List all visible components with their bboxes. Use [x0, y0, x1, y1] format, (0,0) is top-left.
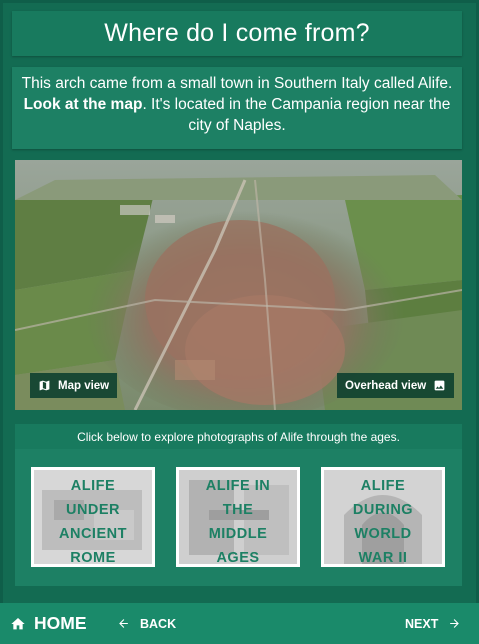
image-icon [434, 380, 445, 391]
explore-header: Click below to explore photographs of Al… [15, 424, 462, 449]
overhead-view-button[interactable]: Overhead view [337, 373, 455, 398]
next-button[interactable]: NEXT [405, 617, 461, 631]
back-label: BACK [140, 616, 177, 631]
page-title-text: Where do I come from? [104, 19, 370, 47]
tile-line: ANCIENT [59, 526, 127, 542]
home-icon [11, 617, 25, 629]
tile-line: MIDDLE [208, 526, 268, 542]
tile-middle-ages[interactable]: ALIFE IN THE MIDDLE AGES [176, 467, 300, 567]
overhead-view-label: Overhead view [345, 379, 427, 392]
tile-ancient-rome-label: ALIFE UNDER ANCIENT ROME [34, 474, 152, 566]
tile-line: ALIFE [360, 478, 406, 494]
explore-header-text: Click below to explore photographs of Al… [77, 429, 400, 444]
tile-line: WAR II [358, 550, 408, 566]
bottom-nav: HOME BACK NEXT [0, 603, 479, 644]
tile-world-war-ii-label: ALIFE DURING WORLD WAR II [324, 474, 442, 566]
next-label: NEXT [405, 616, 439, 631]
home-button[interactable]: HOME [10, 613, 87, 634]
intro-part-2: . It's located in the Campania region ne… [142, 96, 451, 134]
explore-panel: Click below to explore photographs of Al… [15, 424, 462, 586]
tile-line: AGES [216, 550, 260, 566]
page-title: Where do I come from? [12, 11, 462, 56]
tile-world-war-ii[interactable]: ALIFE DURING WORLD WAR II [321, 467, 445, 567]
tile-line: WORLD [354, 526, 412, 542]
tile-line: UNDER [65, 502, 121, 518]
back-button[interactable]: BACK [117, 617, 176, 631]
tile-line: ALIFE IN [205, 478, 271, 494]
arrow-right-icon [450, 619, 460, 628]
tile-ancient-rome[interactable]: ALIFE UNDER ANCIENT ROME [31, 467, 155, 567]
intro-map-emphasis: Look at the map [23, 96, 143, 113]
home-label: HOME [34, 613, 87, 633]
intro-text: This arch came from a small town in Sout… [12, 67, 462, 149]
tile-line: ROME [70, 550, 116, 566]
tile-middle-ages-label: ALIFE IN THE MIDDLE AGES [179, 474, 297, 566]
tile-line: DURING [352, 502, 414, 518]
map-icon [39, 380, 50, 391]
arrow-left-icon [119, 619, 128, 628]
map-view-label: Map view [58, 379, 110, 392]
map-view-button[interactable]: Map view [30, 373, 118, 398]
intro-part-1: This arch came from a small town in Sout… [21, 75, 453, 92]
tile-line: THE [222, 502, 254, 518]
tile-line: ALIFE [70, 478, 116, 494]
